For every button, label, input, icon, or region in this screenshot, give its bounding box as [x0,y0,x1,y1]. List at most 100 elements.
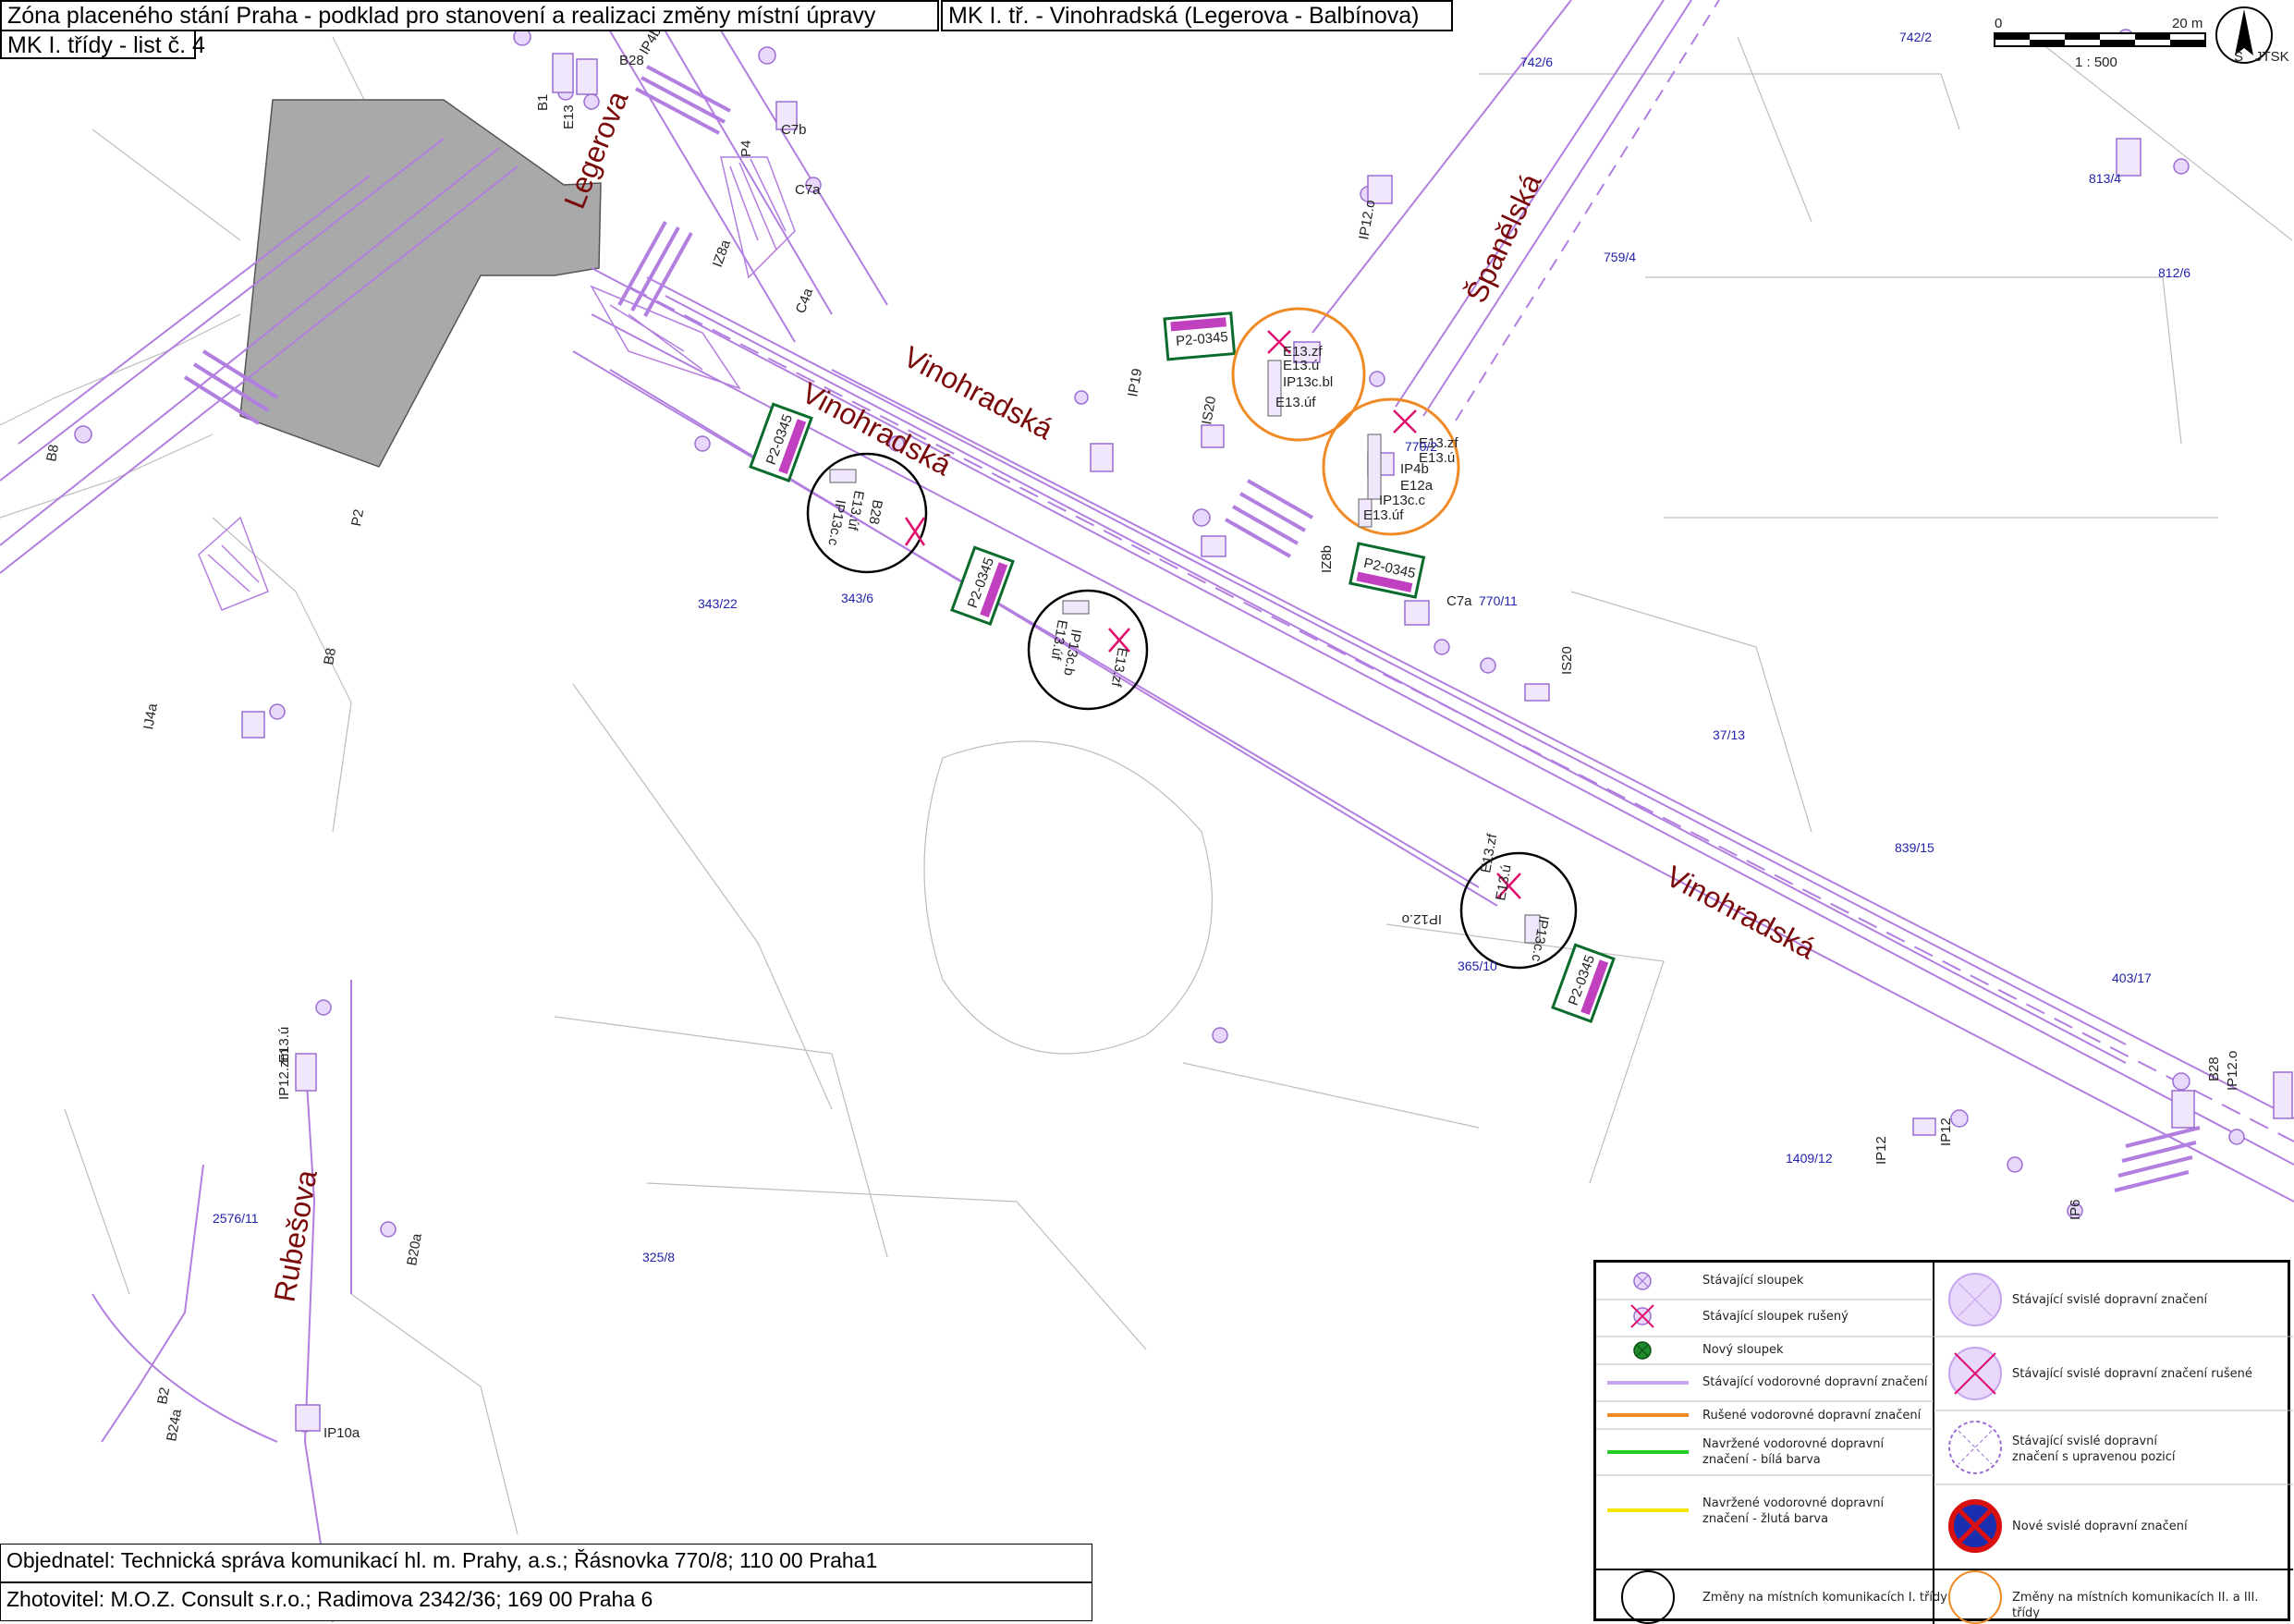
sign-code: P4 [738,140,754,157]
sign-code: IP6 [2068,1199,2083,1220]
building-block [239,99,602,468]
legend: Stávající sloupek Stávající sloupek ruše… [1593,1260,2293,1624]
sign-code: IS20 [1559,646,1575,675]
sign-code: IJ4a [140,702,161,731]
legend-cancelled-post: Stávající sloupek rušený [1702,1310,1849,1324]
sign-code: IP12 [1938,1117,1954,1146]
sign-code: E13 [561,104,577,129]
sign-code: IP10a [323,1425,360,1441]
plot-number: 813/4 [2089,171,2121,186]
street-label-spanelska: Španělská [1459,168,1548,308]
plot-number: 742/2 [1899,30,1932,44]
spanelska-centerline [1455,0,1720,421]
sign-code: E13.úf [844,489,866,531]
sign-code: IS20 [1199,395,1219,425]
sign-code: C7a [1446,593,1472,609]
change-circles [806,307,1578,970]
plot-number: 812/6 [2158,265,2190,280]
legend-new-yellow-marking: Navržené vodorovné dopravní značení - žl… [1702,1496,1885,1526]
legend-class1-changes: Změny na místních komunikacích I. třídy [1702,1591,1947,1605]
street-label-vinohradska: Vinohradská [797,375,958,482]
legend-cancelled-sign: Stávající svislé dopravní značení rušené [2012,1367,2252,1381]
sign-code: P2 [348,508,367,528]
plot-number: 2576/11 [213,1211,259,1226]
legend-moved-sign-icon [1948,1421,2002,1474]
plot-number: 403/17 [2112,971,2152,985]
jtsk-label: JTSK [2255,49,2289,65]
sign-code: B8 [43,444,62,463]
plot-number: 742/6 [1520,55,1553,69]
legend-class23-circle-icon [1948,1570,2002,1624]
plot-number: 1409/12 [1786,1151,1833,1166]
map-title: Zóna placeného stání Praha - podklad pro… [0,0,939,31]
scale-ratio: 1 : 500 [2075,55,2117,70]
sign-code: IP4b [1400,461,1429,477]
sign-code: B8 [321,647,339,666]
legend-new-white-marking: Navržené vodorovné dopravní značení - bí… [1702,1437,1885,1467]
sign-code: E13.úf [1275,395,1316,410]
legend-new-sign: Nové svislé dopravní značení [2012,1520,2188,1533]
sign-code: IP13c.c [824,498,848,547]
client-info: Objednatel: Technická správa komunikací … [0,1544,1092,1582]
plot-number: 325/8 [642,1250,675,1264]
legend-cancelled-post-icon [1630,1304,1654,1328]
legend-new-post: Nový sloupek [1702,1343,1784,1357]
sign-code: IP12.o [1402,911,1442,927]
sign-code: IZ8a [710,238,734,270]
street-label-vinohradska: Vinohradská [1661,859,1822,965]
plot-number: 759/4 [1604,250,1636,264]
sign-code: C7a [795,182,821,198]
scale-zero: 0 [1995,16,2002,31]
legend-class23-changes: Změny na místních komunikacích II. a III… [2012,1591,2259,1620]
sign-code: E13.ú [276,1027,292,1063]
sign-code: B24a [164,1408,185,1443]
plot-number: 343/6 [841,591,873,605]
sign-code: IP12 [1873,1136,1889,1165]
scale-bar: 0 20 m 1 : 500 [1994,16,2206,70]
sign-code: IP12.o [2225,1051,2240,1091]
plot-number: 770/2 [1405,439,1437,454]
plot-number: 839/15 [1895,840,1934,855]
legend-cancelled-marking: Rušené vodorovné dopravní značení [1702,1409,1922,1423]
change-circle-class1 [806,452,928,574]
sign-code: IP12.o [1356,199,1378,241]
section-title: MK I. tř. - Vinohradská (Legerova - Balb… [941,0,1453,31]
legend-existing-sign-icon [1948,1273,2002,1326]
plot-number: 365/10 [1458,959,1497,973]
sign-code: E12a [1400,478,1434,494]
sign-code: B20a [404,1232,425,1267]
legend-existing-sign: Stávající svislé dopravní značení [2012,1293,2208,1307]
legend-existing-post: Stávající sloupek [1702,1274,1804,1288]
sign-code: IP19 [1125,367,1145,397]
legend-existing-post-icon [1633,1272,1652,1290]
north-arrow: S JTSK [2215,6,2289,65]
sign-code: E13.ú [1283,358,1319,373]
legend-moved-sign: Stávající svislé dopravní značení s upra… [2012,1435,2176,1464]
sign-code: B28 [619,53,644,68]
north-label: S [2234,49,2243,65]
contractor-info: Zhotovitel: M.O.Z. Consult s.r.o.; Radim… [0,1582,1092,1621]
sign-code: E13.zf [1478,832,1500,874]
legend-new-sign-icon [1948,1499,2002,1553]
sign-code: B2 [154,1386,173,1406]
sign-code: C7b [781,122,807,138]
sign-code: IP13c.c [1379,493,1426,508]
sign-code: B28 [2206,1056,2222,1081]
plot-number: 770/11 [1479,593,1518,608]
legend-cancelled-sign-icon [1948,1347,2002,1400]
sign-code: E13.úf [1363,507,1404,523]
legend-class1-circle-icon [1621,1570,1675,1624]
sheet-number: MK I. třídy - list č. 4 [0,30,205,59]
street-label-rubesova: Rubešova [267,1167,323,1304]
sign-code: IZ8b [1319,545,1335,573]
scale-max: 20 m [2172,16,2202,31]
legend-existing-marking: Stávající vodorovné dopravní značení [1702,1375,1928,1389]
sign-code: B1 [535,94,551,111]
plot-number: 37/13 [1713,727,1745,742]
plot-number: 343/22 [698,596,738,611]
sign-code: IP13c.bl [1283,374,1333,390]
legend-new-post-icon [1633,1341,1652,1360]
sign-code: E13.ú [1493,863,1515,902]
sign-code: B28 [865,498,885,525]
sign-code: C4a [793,286,817,315]
